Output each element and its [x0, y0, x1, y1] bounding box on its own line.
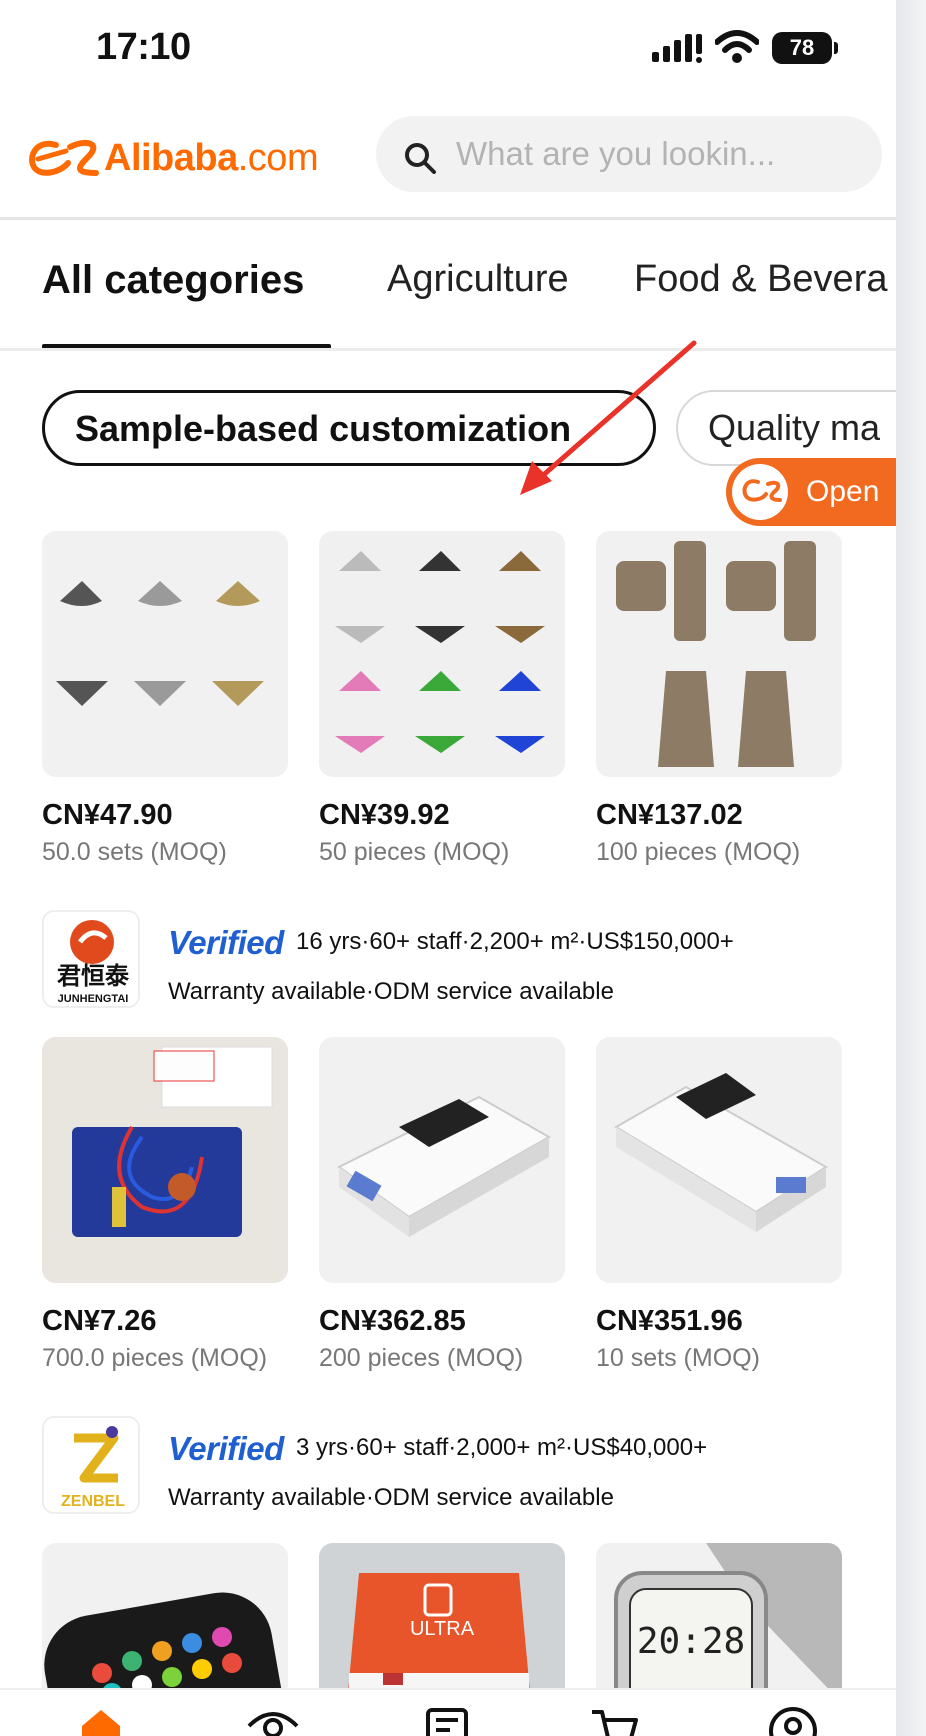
product-moq: 50 pieces (MOQ) [319, 838, 510, 866]
supplier-logo-text: 君恒泰 [57, 962, 130, 990]
product-card[interactable]: CN¥47.90 50.0 sets (MOQ) [42, 531, 288, 867]
cellular-signal-icon [652, 34, 702, 63]
battery-level: 78 [772, 32, 832, 64]
search-icon [405, 143, 436, 174]
supplier-facts: 3 yrs·60+ staff·2,000+ m²·US$40,000+ [296, 1434, 708, 1461]
chip-quality-management[interactable]: Quality ma [676, 390, 896, 466]
supplier-logo-subtext: JUNHENGTAI [58, 993, 129, 1005]
product-card[interactable]: CN¥39.92 50 pieces (MOQ) [319, 531, 565, 867]
chip-sample-based-customization[interactable]: Sample-based customization [42, 390, 656, 466]
product-card[interactable]: CN¥362.85 200 pieces (MOQ) [319, 1037, 565, 1373]
verified-badge: Verified [168, 1430, 284, 1467]
supplier-services: Warranty available·ODM service available [168, 1484, 614, 1511]
supplier-services: Warranty available·ODM service available [168, 978, 614, 1005]
open-app-button[interactable]: Open [726, 458, 896, 526]
logo-text: Alibaba.com [104, 136, 319, 180]
app-screen: 17:10 78 Alibaba.com What are you lookin… [0, 0, 896, 1736]
supplier-logo: ZENBEL [42, 1416, 140, 1514]
supplier-logo: 君恒泰 JUNHENGTAI [42, 910, 140, 1008]
product-price: CN¥7.26 [42, 1305, 157, 1337]
product-price: CN¥39.92 [319, 799, 450, 831]
brown-loungewear-image [596, 531, 842, 777]
product-card[interactable]: CN¥7.26 700.0 pieces (MOQ) [42, 1037, 288, 1373]
wifi-icon [715, 30, 759, 63]
supplier-facts: 16 yrs·60+ staff·2,200+ m²·US$150,000+ [296, 928, 734, 955]
supplier-logo-text: ZENBEL [61, 1493, 125, 1510]
tabs-divider [0, 348, 896, 351]
product-moq: 100 pieces (MOQ) [596, 838, 801, 866]
right-edge-background [896, 0, 926, 1736]
supplier-row[interactable]: 君恒泰 JUNHENGTAI Verified 16 yrs·60+ staff… [42, 910, 862, 1010]
home-icon[interactable] [78, 1706, 124, 1736]
product-moq: 200 pieces (MOQ) [319, 1344, 524, 1372]
verified-badge: Verified [168, 924, 284, 961]
product-moq: 700.0 pieces (MOQ) [42, 1344, 268, 1372]
product-card[interactable]: CN¥137.02 100 pieces (MOQ) [596, 531, 842, 867]
eye-icon[interactable] [245, 1706, 301, 1736]
bikini-sets-image [42, 531, 288, 777]
programmer-device-2-image [596, 1037, 842, 1283]
product-price: CN¥351.96 [596, 1305, 743, 1337]
tab-agriculture[interactable]: Agriculture [387, 258, 569, 301]
open-label: Open [806, 475, 880, 508]
product-price: CN¥137.02 [596, 799, 743, 831]
alibaba-logo[interactable]: Alibaba.com [26, 130, 319, 186]
tab-food-beverage[interactable]: Food & Bevera [634, 258, 887, 301]
search-bar[interactable] [376, 116, 882, 192]
app-logo-icon [732, 464, 788, 520]
profile-icon[interactable] [768, 1706, 818, 1736]
bottom-navigation [0, 1688, 896, 1736]
supplier-row[interactable]: ZENBEL Verified 3 yrs·60+ staff·2,000+ m… [42, 1416, 862, 1516]
battery-tip [834, 42, 838, 54]
product-moq: 50.0 sets (MOQ) [42, 838, 227, 866]
search-input[interactable] [456, 130, 866, 178]
logo-domain: .com [237, 136, 319, 179]
printed-bikini-image [319, 531, 565, 777]
watch-time-text: 20:28 [637, 1621, 745, 1662]
logo-brand: Alibaba [104, 136, 238, 179]
product-price: CN¥47.90 [42, 799, 173, 831]
category-tabs: All categories Agriculture Food & Bevera [0, 220, 896, 350]
product-price: CN¥362.85 [319, 1305, 466, 1337]
alibaba-mark-icon [29, 139, 99, 176]
programmer-device-image [319, 1037, 565, 1283]
messages-icon[interactable] [424, 1706, 470, 1736]
status-time: 17:10 [96, 26, 191, 68]
status-bar: 17:10 78 [0, 0, 896, 96]
circuit-board-image [42, 1037, 288, 1283]
tab-all-categories[interactable]: All categories [42, 258, 304, 303]
ultra-box-text: ULTRA [410, 1618, 475, 1640]
cart-icon[interactable] [590, 1706, 640, 1736]
product-card[interactable]: CN¥351.96 10 sets (MOQ) [596, 1037, 842, 1373]
product-moq: 10 sets (MOQ) [596, 1344, 760, 1372]
